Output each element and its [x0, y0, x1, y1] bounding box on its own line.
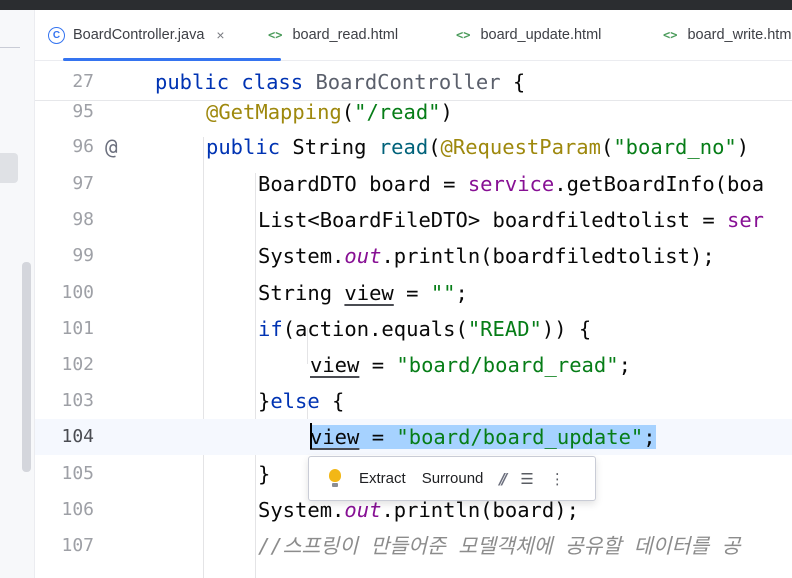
line-number: 97 [72, 173, 94, 194]
close-tab-icon[interactable]: × [216, 27, 224, 43]
html-icon: <> [663, 28, 678, 42]
html-icon: <> [268, 28, 283, 42]
more-options-icon[interactable]: ⋮ [550, 470, 565, 488]
code-text: @GetMapping("/read") [206, 100, 453, 124]
code-line[interactable]: 102 view = "board/board_read"; [35, 347, 792, 383]
line-number: 103 [61, 390, 94, 411]
current-code-line[interactable]: 104 view = "board/board_update"; [35, 419, 792, 455]
editor-tab-bar: C BoardController.java × <> board_read.h… [35, 10, 792, 61]
code-line[interactable]: 107 //스프링이 만들어준 모델객체에 공유할 데이터를 공 [35, 528, 792, 564]
line-number: 106 [61, 499, 94, 520]
code-text: if(action.equals("READ")) { [258, 317, 592, 341]
code-text: System.out.println(boardfiledtolist); [258, 244, 715, 268]
tab-board-controller-java[interactable]: C BoardController.java × [48, 10, 225, 60]
line-number: 101 [61, 318, 94, 339]
tab-label: BoardController.java [73, 27, 205, 43]
code-text: List<BoardFileDTO> boardfiledtolist = se… [258, 208, 765, 232]
surround-button[interactable]: Surround [422, 470, 484, 487]
html-icon: <> [456, 28, 471, 42]
line-number: 95 [72, 101, 94, 122]
request-mapping-gutter-icon[interactable]: @ [105, 129, 118, 165]
lightbulb-icon[interactable] [327, 468, 343, 490]
tab-board-update-html[interactable]: <> board_update.html [456, 10, 601, 60]
tab-board-read-html[interactable]: <> board_read.html [268, 10, 398, 60]
intention-actions-popup: Extract Surround // ☰ ⋮ [308, 456, 596, 501]
extract-button[interactable]: Extract [359, 470, 406, 487]
left-panel-divider [0, 47, 20, 48]
line-number: 107 [61, 535, 94, 556]
tab-label: board_update.html [480, 27, 602, 43]
line-number: 102 [61, 354, 94, 375]
code-text: view = "board/board_update"; [310, 423, 656, 449]
tab-board-write-html[interactable]: <> board_write.html [663, 10, 792, 60]
code-line[interactable]: 95 @GetMapping("/read") [35, 94, 792, 130]
left-panel-selected-item[interactable] [0, 153, 18, 183]
code-text: String view = ""; [258, 281, 468, 305]
line-number: 96 [72, 136, 94, 157]
line-number: 105 [61, 463, 94, 484]
tab-label: board_read.html [292, 27, 399, 43]
code-text: view = "board/board_read"; [310, 353, 631, 377]
text-caret [310, 423, 312, 449]
left-panel-scrollbar[interactable] [22, 262, 31, 472]
reformat-icon[interactable]: ☰ [520, 470, 533, 488]
code-comment: //스프링이 만들어준 모델객체에 공유할 데이터를 공 [258, 534, 741, 558]
tab-label: board_write.html [687, 27, 792, 43]
comment-icon[interactable]: // [499, 470, 507, 488]
class-icon: C [48, 26, 65, 44]
code-text: public String read(@RequestParam("board_… [206, 135, 750, 159]
code-text: } [258, 462, 271, 486]
code-line[interactable]: 101 if(action.equals("READ")) { [35, 311, 792, 347]
code-text: }else { [258, 389, 345, 413]
code-line[interactable]: 96 @ public String read(@RequestParam("b… [35, 129, 792, 165]
code-line[interactable]: 103 }else { [35, 383, 792, 419]
code-text: BoardDTO board = service.getBoardInfo(bo… [258, 172, 765, 196]
left-tool-panel [0, 10, 35, 578]
code-line[interactable]: 98 List<BoardFileDTO> boardfiledtolist =… [35, 202, 792, 238]
line-number: 99 [72, 245, 94, 266]
window-top-strip [0, 0, 792, 10]
code-line[interactable]: 100 String view = ""; [35, 275, 792, 311]
line-number: 104 [61, 426, 94, 447]
code-line[interactable]: 97 BoardDTO board = service.getBoardInfo… [35, 166, 792, 202]
line-number: 100 [61, 282, 94, 303]
code-line[interactable]: 99 System.out.println(boardfiledtolist); [35, 238, 792, 274]
line-number: 98 [72, 209, 94, 230]
